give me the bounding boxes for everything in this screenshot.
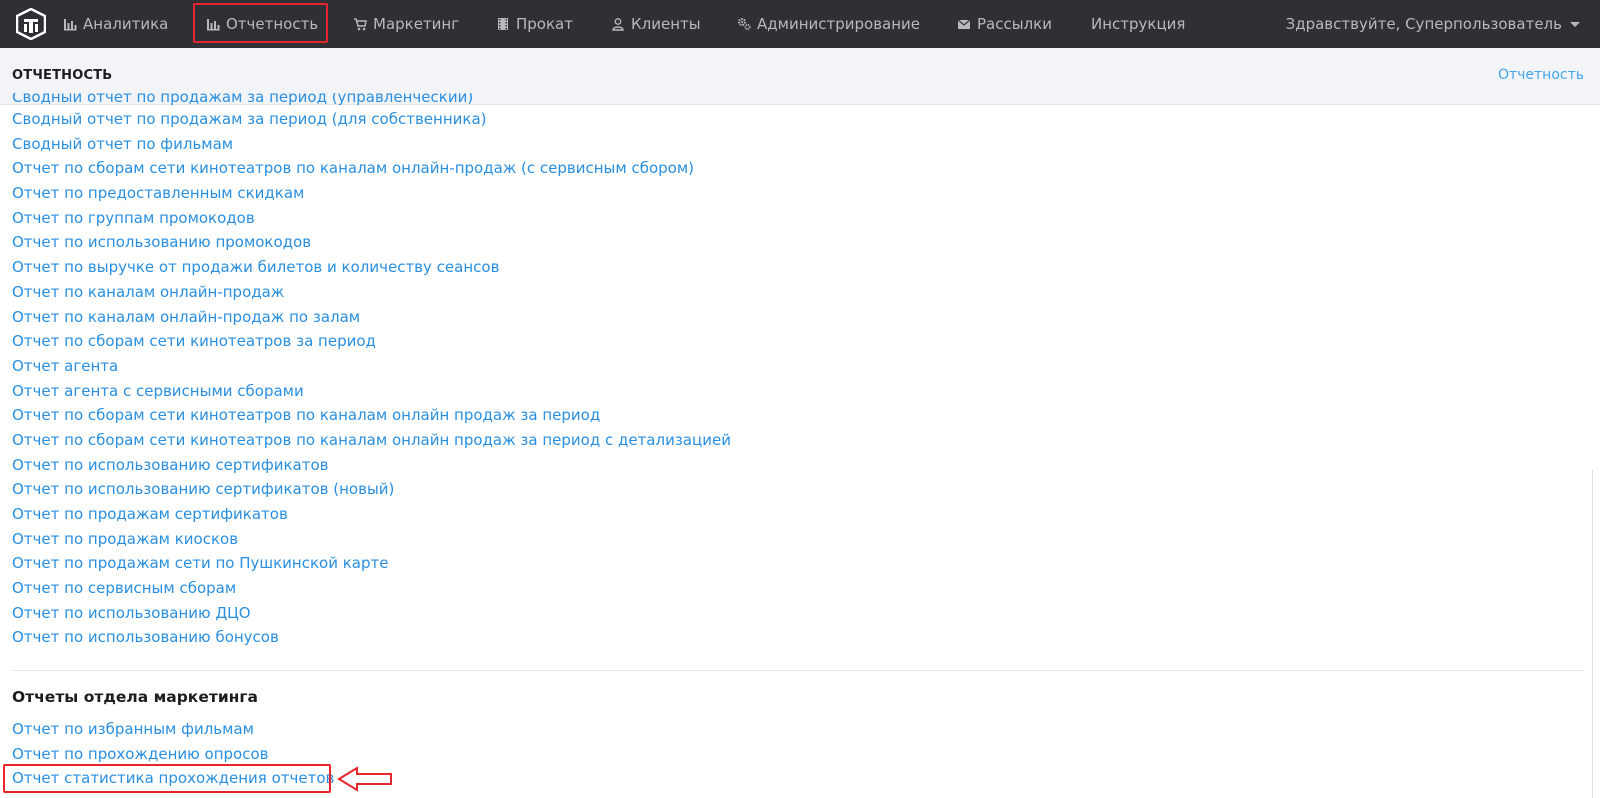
nav-item-instructions[interactable]: Инструкция (1091, 0, 1185, 48)
report-link[interactable]: Отчет по использованию сертификатов (нов… (12, 477, 1112, 502)
report-link[interactable]: Сводный отчет по продажам за период (упр… (12, 93, 1112, 107)
nav-item-marketing[interactable]: Маркетинг (353, 0, 459, 48)
nav-item-rental[interactable]: Прокат (496, 0, 573, 48)
bar-chart-icon (64, 19, 77, 31)
chevron-down-icon (1570, 21, 1580, 27)
cart-icon (354, 18, 367, 31)
nav-item-label: Инструкция (1091, 15, 1186, 33)
nav-item-mailings[interactable]: Рассылки (957, 0, 1052, 48)
envelope-icon (957, 19, 971, 29)
report-link[interactable]: Отчет по предоставленным скидкам (12, 181, 1112, 206)
logo-icon[interactable] (16, 8, 46, 40)
report-link[interactable]: Отчет по использованию ДЦО (12, 601, 1112, 626)
report-link[interactable]: Отчет по сборам сети кинотеатров по кана… (12, 403, 1112, 428)
report-link[interactable]: Отчет по продажам сети по Пушкинской кар… (12, 551, 1112, 576)
report-link[interactable]: Отчет по сборам сети кинотеатров по кана… (12, 428, 1112, 453)
highlight-box (3, 764, 331, 793)
report-link[interactable]: Отчет по прохождению опросов (12, 742, 812, 767)
nav-item-label: Прокат (516, 15, 573, 33)
film-icon (498, 18, 508, 30)
scrollbar-track[interactable] (1592, 470, 1593, 798)
report-link[interactable]: Отчет по продажам сертификатов (12, 502, 1112, 527)
nav-item-label: Рассылки (977, 15, 1052, 33)
report-link[interactable]: Отчет по использованию промокодов (12, 230, 1112, 255)
nav-item-clients[interactable]: Клиенты (611, 0, 701, 48)
report-link[interactable]: Отчет по избранным фильмам (12, 717, 812, 742)
active-nav-highlight (193, 3, 328, 43)
breadcrumb-link[interactable]: Отчетность (1498, 67, 1584, 83)
nav-item-analytics[interactable]: Аналитика (63, 0, 168, 48)
gears-icon (738, 18, 751, 31)
left-arrow-icon (337, 766, 392, 792)
nav-item-label: Маркетинг (373, 15, 460, 33)
user-menu-dropdown[interactable]: Здравствуйте, Суперпользователь (1286, 0, 1580, 48)
report-link[interactable]: Сводный отчет по продажам за период (для… (12, 107, 1112, 132)
marketing-section-title: Отчеты отдела маркетинга (12, 688, 258, 706)
report-link[interactable]: Отчет по продажам киосков (12, 527, 1112, 552)
report-link[interactable]: Отчет по группам промокодов (12, 206, 1112, 231)
report-link[interactable]: Отчет по каналам онлайн-продаж (12, 280, 1112, 305)
nav-item-label: Аналитика (83, 15, 169, 33)
report-link[interactable]: Отчет по каналам онлайн-продаж по залам (12, 305, 1112, 330)
report-link[interactable]: Отчет по выручке от продажи билетов и ко… (12, 255, 1112, 280)
nav-item-label: Клиенты (631, 15, 701, 33)
report-link[interactable]: Отчет агента с сервисными сборами (12, 379, 1112, 404)
top-navbar: Аналитика Отчетность Маркетинг Прокат Кл… (0, 0, 1600, 48)
report-link[interactable]: Отчет по использованию сертификатов (12, 453, 1112, 478)
report-link[interactable]: Отчет по сборам сети кинотеатров за пери… (12, 329, 1112, 354)
report-link[interactable]: Сводный отчет по фильмам (12, 132, 1112, 157)
nav-item-administration[interactable]: Администрирование (737, 0, 920, 48)
section-divider (12, 670, 1584, 671)
page-title: ОТЧЕТНОСТЬ (12, 68, 113, 83)
report-link[interactable]: Отчет агента (12, 354, 1112, 379)
reports-list: Сводный отчет по продажам за период (упр… (12, 93, 1112, 650)
nav-item-label: Администрирование (757, 15, 921, 33)
report-link[interactable]: Отчет по использованию бонусов (12, 625, 1112, 650)
report-link[interactable]: Отчет по сервисным сборам (12, 576, 1112, 601)
user-greeting: Здравствуйте, Суперпользователь (1285, 15, 1562, 33)
report-link[interactable]: Отчет по сборам сети кинотеатров по кана… (12, 156, 1112, 181)
user-icon (612, 18, 624, 31)
